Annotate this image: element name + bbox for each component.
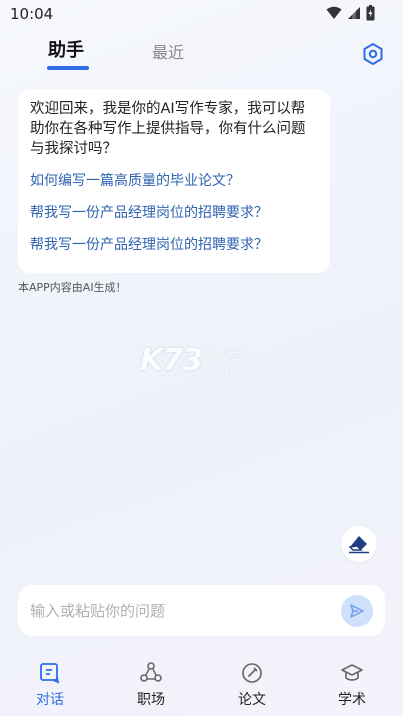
clear-chat-button[interactable]: [341, 526, 377, 562]
active-tab-indicator: [47, 66, 89, 70]
academic-cap-icon: [341, 664, 363, 681]
greeting-text: 欢迎回来，我是你的AI写作专家，我可以帮助你在各种写作上提供指导，你有什么问题与…: [30, 101, 306, 157]
nav-label-workplace: 职场: [137, 692, 165, 708]
watermark-text-com: .com: [206, 361, 233, 375]
suggestion-link[interactable]: 帮我写一份产品经理岗位的招聘要求？: [30, 203, 318, 223]
ai-disclaimer: 本APP内容由AI生成！: [18, 281, 127, 294]
nav-item-chat[interactable]: 对话: [20, 655, 80, 709]
message-input[interactable]: [30, 597, 330, 625]
watermark: K73 游戏之家 .com: [140, 343, 250, 378]
status-icons: [326, 5, 375, 21]
nav-item-academic[interactable]: 学术: [322, 655, 382, 709]
nav-label-academic: 学术: [338, 692, 366, 708]
watermark-text: 游戏之家 .com: [206, 348, 250, 374]
settings-button[interactable]: [361, 42, 385, 66]
nav-label-paper: 论文: [238, 692, 266, 708]
tab-assistant[interactable]: 助手: [48, 36, 84, 62]
nav-item-workplace[interactable]: 职场: [121, 655, 181, 709]
assistant-message-card: 欢迎回来，我是你的AI写作专家，我可以帮助你在各种写作上提供指导，你有什么问题与…: [18, 89, 330, 273]
signal-icon: [348, 7, 360, 19]
nav-item-paper[interactable]: 论文: [222, 655, 282, 709]
eraser-icon: [348, 536, 369, 554]
watermark-logo: K73: [140, 343, 203, 378]
battery-icon: [366, 5, 375, 21]
chat-icon: [40, 663, 60, 684]
status-time: 10:04: [10, 5, 54, 23]
send-icon: [350, 604, 364, 618]
settings-icon: [363, 43, 383, 65]
top-tabs: 助手 最近: [0, 36, 403, 76]
tab-recent[interactable]: 最近: [152, 39, 184, 63]
watermark-text-cn: 游戏之家: [206, 348, 250, 362]
nav-label-chat: 对话: [36, 692, 64, 708]
message-input-bar: [18, 585, 385, 636]
wifi-icon: [326, 6, 342, 19]
suggestion-link[interactable]: 帮我写一份产品经理岗位的招聘要求？: [30, 235, 318, 255]
suggestion-link[interactable]: 如何编写一篇高质量的毕业论文？: [30, 171, 318, 191]
status-bar: 10:04: [0, 0, 403, 28]
workplace-icon: [140, 662, 162, 682]
paper-icon: [242, 663, 262, 683]
send-button[interactable]: [341, 595, 373, 627]
bottom-nav: 对话 职场 论文 学术: [0, 655, 403, 716]
